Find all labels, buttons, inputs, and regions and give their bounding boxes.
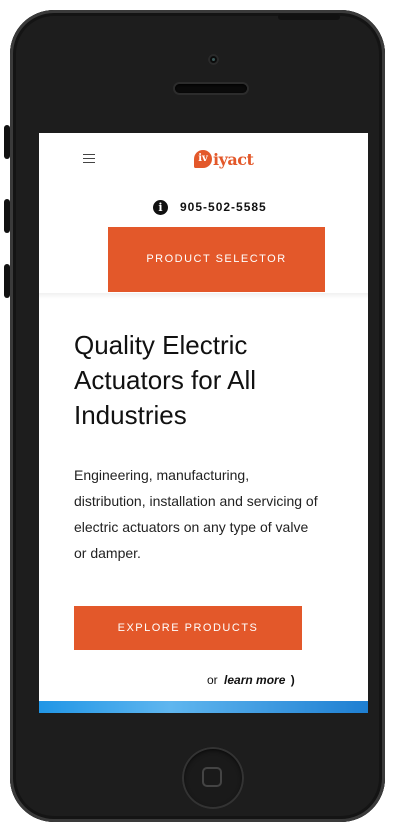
learn-more-link[interactable]: learn more (224, 673, 285, 687)
front-camera (208, 54, 219, 65)
explore-products-button[interactable]: EXPLORE PRODUCTS (74, 606, 302, 650)
chevron-right-icon: ) (290, 673, 295, 687)
phone-screen: iv iyact i 905-502-5585 PRODUCT SELECTOR… (39, 133, 368, 713)
learn-more-row: or learn more ) (207, 673, 295, 687)
hero-description: Engineering, manufacturing, distribution… (74, 467, 318, 561)
hamburger-menu-icon[interactable] (83, 154, 95, 163)
or-text: or (207, 673, 218, 687)
phone-number[interactable]: 905-502-5585 (180, 200, 267, 214)
product-selector-button[interactable]: PRODUCT SELECTOR (108, 227, 325, 292)
phone-contact[interactable]: i 905-502-5585 (153, 199, 267, 215)
home-button[interactable] (182, 747, 244, 809)
volume-up-button (4, 199, 10, 233)
site-logo[interactable]: iv iyact (194, 147, 254, 171)
power-button (278, 14, 340, 20)
page-title: Quality Electric Actuators for All Indus… (74, 330, 257, 430)
info-icon: i (153, 199, 168, 215)
hero-image-strip (39, 701, 368, 713)
logo-mark: iv (194, 150, 212, 168)
header-divider (39, 293, 368, 299)
mute-switch (4, 125, 10, 159)
earpiece-speaker (175, 84, 247, 93)
volume-down-button (4, 264, 10, 298)
logo-text: iyact (213, 149, 254, 169)
